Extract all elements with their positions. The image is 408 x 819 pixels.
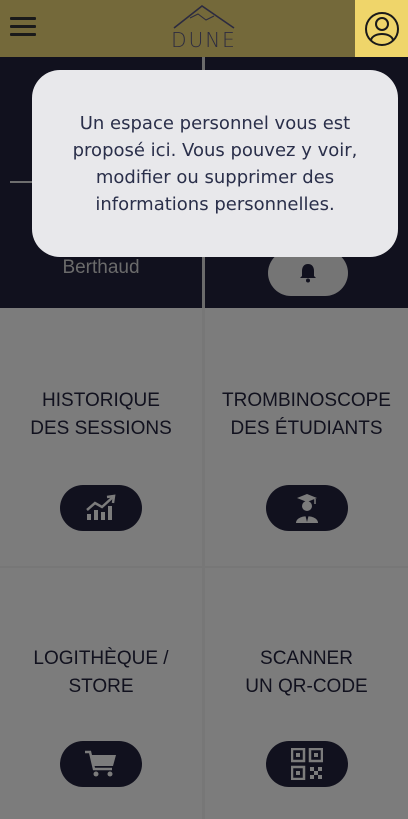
session-history-button[interactable] (60, 485, 142, 531)
bell-icon (300, 264, 316, 283)
graduate-icon (295, 494, 318, 523)
tooltip-text: Un espace personnel vous est proposé ici… (72, 112, 358, 215)
tile-qr-scanner[interactable]: SCANNER UN QR-CODE (205, 566, 408, 819)
chart-growth-icon (86, 494, 116, 520)
user-profile-icon (364, 11, 399, 46)
qr-code-icon (290, 748, 323, 780)
dune-logo: DUNE (168, 4, 240, 54)
hamburger-menu-icon[interactable] (8, 14, 38, 40)
tile-label: HISTORIQUE DES SESSIONS (30, 390, 172, 439)
tile-label: SCANNER UN QR-CODE (245, 648, 368, 697)
tile-student-directory[interactable]: TROMBINOSCOPE DES ÉTUDIANTS (205, 308, 408, 566)
tile-store[interactable]: LOGITHÈQUE / STORE (0, 566, 202, 819)
tile-label: LOGITHÈQUE / STORE (33, 648, 169, 697)
store-button[interactable] (60, 741, 142, 787)
qr-scanner-button[interactable] (265, 741, 348, 787)
logo-text: DUNE (171, 28, 237, 52)
profile-button[interactable] (355, 0, 408, 57)
tile-label: TROMBINOSCOPE DES ÉTUDIANTS (222, 390, 391, 439)
student-directory-button[interactable] (265, 485, 348, 531)
app-header: DUNE (0, 0, 408, 57)
profile-name: Berthaud (62, 257, 140, 278)
onboarding-tooltip[interactable]: Un espace personnel vous est proposé ici… (32, 70, 398, 257)
tile-session-history[interactable]: HISTORIQUE DES SESSIONS (0, 308, 202, 566)
cart-icon (85, 750, 116, 777)
